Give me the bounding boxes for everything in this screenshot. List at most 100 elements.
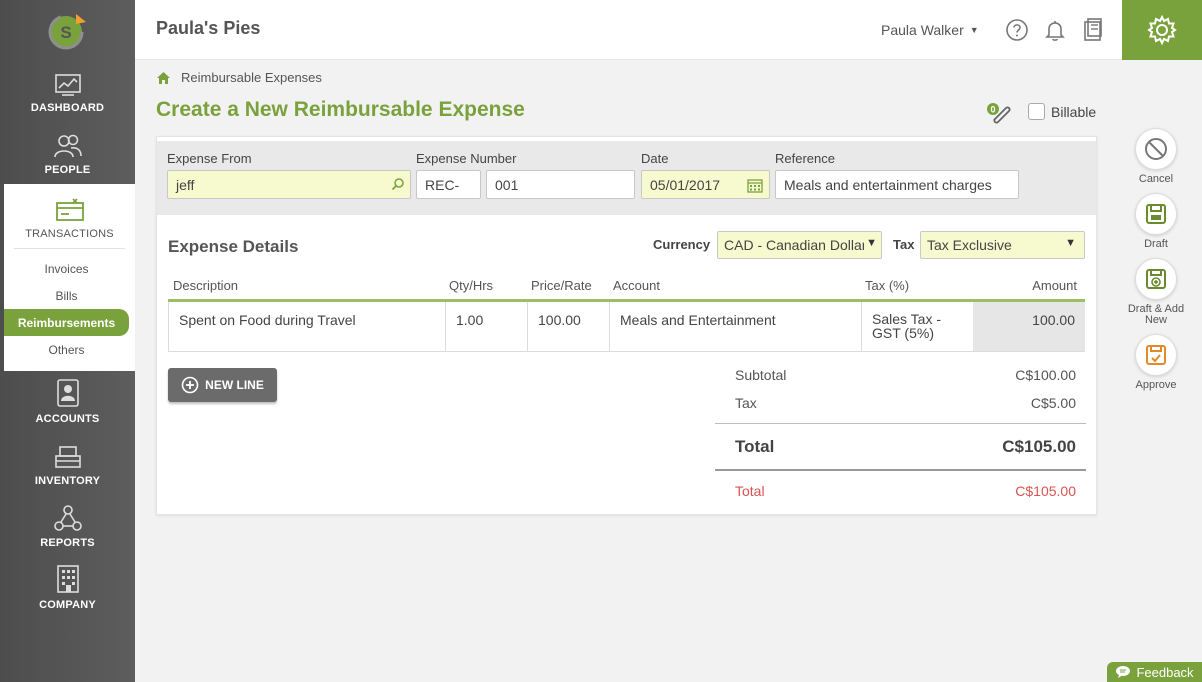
currency-select[interactable]: CAD - Canadian Dollar ▼ [717, 231, 882, 259]
expense-from-value: jeff [176, 177, 195, 193]
column-qty: Qty/Hrs [449, 278, 494, 293]
breadcrumb-link[interactable]: Reimbursable Expenses [181, 70, 322, 85]
nav-dashboard[interactable]: DASHBOARD [0, 60, 135, 122]
help-icon[interactable] [1005, 18, 1029, 47]
people-icon [53, 134, 82, 158]
reference-label: Reference [775, 151, 835, 166]
approve-label: Approve [1135, 379, 1177, 391]
reference-input[interactable]: Meals and entertainment charges [775, 170, 1019, 199]
page-title: Create a New Reimbursable Expense [156, 98, 525, 121]
nav-reports-label: REPORTS [40, 537, 95, 549]
expense-from-label: Expense From [167, 151, 252, 166]
search-icon [391, 178, 404, 191]
sidebar: S DASHBOARD PEOPLE TRANSACTIONS Invoices… [0, 0, 135, 682]
subtotal-value: C$100.00 [1015, 367, 1076, 383]
total-value: C$105.00 [1002, 437, 1076, 456]
line-price[interactable]: 100.00 [528, 302, 610, 351]
summary-divider [715, 469, 1086, 471]
settings-button[interactable] [1122, 0, 1202, 60]
reports-icon [53, 505, 82, 531]
date-input[interactable]: 05/01/2017 [641, 170, 770, 199]
attachment-button[interactable]: 0 [986, 102, 1014, 129]
submenu-reimbursements[interactable]: Reimbursements [4, 309, 129, 336]
summary-divider [715, 423, 1086, 424]
inventory-icon [54, 446, 81, 468]
app-logo[interactable]: S [0, 0, 135, 60]
nav-people[interactable]: PEOPLE [0, 122, 135, 184]
transactions-icon [55, 198, 84, 221]
nav-inventory[interactable]: INVENTORY [0, 433, 135, 495]
expense-from-input[interactable]: jeff [167, 170, 411, 199]
company-name: Paula's Pies [156, 18, 261, 38]
submenu-bills[interactable]: Bills [4, 282, 135, 309]
gear-icon [1147, 14, 1177, 46]
column-account: Account [613, 278, 660, 293]
calendar-icon[interactable] [747, 178, 763, 193]
line-account[interactable]: Meals and Entertainment [610, 302, 862, 351]
billable-toggle[interactable]: Billable [1028, 103, 1096, 120]
chat-bubble-icon [1116, 666, 1131, 678]
tax-total-value: C$5.00 [1030, 395, 1076, 411]
expense-form-card: Expense From jeff Expense Number REC- 00… [156, 136, 1097, 515]
nav-transactions[interactable]: TRANSACTIONS [4, 184, 135, 248]
nav-company[interactable]: COMPANY [0, 557, 135, 619]
total-converted-value: C$105.00 [1015, 483, 1076, 499]
accounts-icon [56, 379, 79, 407]
nav-reports[interactable]: REPORTS [0, 495, 135, 557]
expense-number-input[interactable]: 001 [486, 170, 635, 199]
cancel-button[interactable]: Cancel [1123, 128, 1189, 185]
expense-number-label: Expense Number [416, 151, 517, 166]
home-icon[interactable] [156, 71, 171, 85]
nav-accounts[interactable]: ACCOUNTS [0, 371, 135, 433]
column-description: Description [173, 278, 239, 293]
expense-details-title: Expense Details [168, 237, 299, 256]
breadcrumb: Reimbursable Expenses [156, 70, 322, 85]
table-row: Spent on Food during Travel 1.00 100.00 … [168, 302, 1085, 352]
billable-label: Billable [1051, 103, 1097, 120]
draft-button[interactable]: Draft [1123, 193, 1189, 250]
user-name: Paula Walker [881, 22, 964, 38]
feedback-button[interactable]: Feedback [1107, 662, 1202, 682]
bell-icon[interactable] [1043, 18, 1067, 47]
nav-transactions-label: TRANSACTIONS [25, 228, 114, 240]
save-draft-icon [1146, 204, 1166, 224]
tax-total-label: Tax [735, 395, 757, 411]
feedback-label: Feedback [1136, 664, 1194, 680]
plus-circle-icon [181, 376, 199, 394]
cancel-label: Cancel [1138, 173, 1174, 185]
tax-mode-value: Tax Exclusive [927, 237, 1012, 253]
transactions-submenu: Invoices Bills Reimbursements Others [4, 249, 135, 371]
currency-value: CAD - Canadian Dollar [724, 237, 867, 253]
billable-checkbox[interactable] [1028, 103, 1045, 120]
draft-label: Draft [1144, 238, 1168, 250]
paperclip-icon: 0 [987, 103, 1011, 124]
draft-add-new-button[interactable]: Draft & Add New [1123, 258, 1189, 326]
svg-text:S: S [60, 23, 71, 42]
expense-prefix-input[interactable]: REC- [416, 170, 481, 199]
approve-button[interactable]: Approve [1123, 334, 1189, 391]
line-qty[interactable]: 1.00 [446, 302, 528, 351]
user-menu[interactable]: Paula Walker ▼ [881, 22, 979, 38]
top-bar: Paula's Pies Paula Walker ▼ [135, 0, 1202, 60]
save-add-icon [1146, 269, 1166, 289]
nav-inventory-label: INVENTORY [34, 475, 101, 487]
submenu-invoices[interactable]: Invoices [4, 255, 135, 282]
tax-mode-label: Tax [893, 237, 915, 252]
approve-icon [1146, 345, 1166, 365]
currency-label: Currency [653, 237, 711, 252]
nav-people-label: PEOPLE [44, 164, 91, 176]
column-tax: Tax (%) [865, 278, 910, 293]
attachment-count: 0 [990, 105, 995, 115]
transactions-section: TRANSACTIONS Invoices Bills Reimbursemen… [4, 184, 135, 371]
submenu-others[interactable]: Others [4, 336, 135, 363]
line-tax[interactable]: Sales Tax - GST (5%) [862, 302, 973, 351]
notes-icon[interactable] [1082, 18, 1104, 47]
total-converted-label: Total [735, 483, 765, 499]
new-line-button[interactable]: NEW LINE [168, 368, 277, 402]
line-description[interactable]: Spent on Food during Travel [169, 302, 446, 351]
tax-mode-select[interactable]: Tax Exclusive ▼ [920, 231, 1085, 259]
date-label: Date [641, 151, 669, 166]
dashboard-icon [54, 74, 81, 96]
new-line-label: NEW LINE [205, 378, 264, 392]
chevron-down-icon: ▼ [969, 25, 979, 35]
